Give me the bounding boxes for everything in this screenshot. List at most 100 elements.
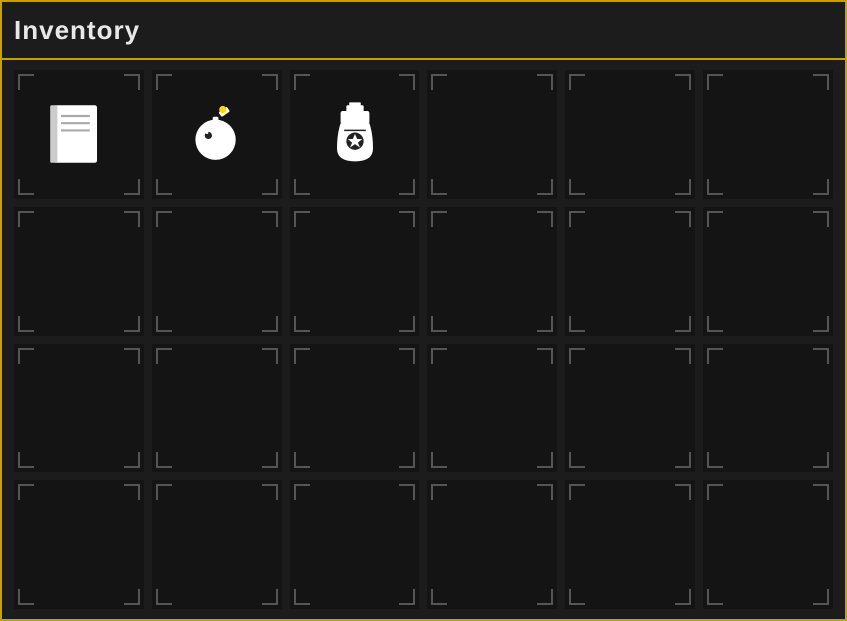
corner-corner-tr-12 (124, 348, 140, 364)
corner-corner-br-20 (399, 589, 415, 605)
inventory-slot-15[interactable] (427, 344, 557, 473)
inventory-slot-23[interactable] (703, 480, 833, 609)
corner-corner-tr-6 (124, 211, 140, 227)
corner-corner-tr-20 (399, 484, 415, 500)
corner-corner-bl-15 (431, 452, 447, 468)
corner-corner-br-2 (399, 179, 415, 195)
corner-corner-tl-10 (569, 211, 585, 227)
corner-corner-tl-21 (431, 484, 447, 500)
corner-corner-tl-6 (18, 211, 34, 227)
inventory-slot-21[interactable] (427, 480, 557, 609)
inventory-slot-9[interactable] (427, 207, 557, 336)
corner-corner-bl-19 (156, 589, 172, 605)
corner-corner-tl-15 (431, 348, 447, 364)
corner-corner-tr-19 (262, 484, 278, 500)
page-title: Inventory (14, 15, 140, 46)
corner-corner-tr-10 (675, 211, 691, 227)
inventory-slot-13[interactable] (152, 344, 282, 473)
inventory-slot-19[interactable] (152, 480, 282, 609)
inventory-slot-11[interactable] (703, 207, 833, 336)
corner-corner-br-4 (675, 179, 691, 195)
corner-corner-bl-6 (18, 316, 34, 332)
inventory-slot-17[interactable] (703, 344, 833, 473)
corner-corner-br-18 (124, 589, 140, 605)
corner-corner-tr-22 (675, 484, 691, 500)
inventory-slot-12[interactable] (14, 344, 144, 473)
corner-corner-tl-22 (569, 484, 585, 500)
corner-corner-bl-20 (294, 589, 310, 605)
corner-corner-tl-3 (431, 74, 447, 90)
corner-corner-br-9 (537, 316, 553, 332)
inventory-slot-7[interactable] (152, 207, 282, 336)
corner-corner-tl-12 (18, 348, 34, 364)
inventory-header: Inventory (2, 2, 845, 60)
inventory-slot-20[interactable] (290, 480, 420, 609)
corner-corner-br-12 (124, 452, 140, 468)
book-icon (43, 98, 115, 170)
inventory-slot-6[interactable] (14, 207, 144, 336)
inventory-slot-18[interactable] (14, 480, 144, 609)
corner-corner-tr-21 (537, 484, 553, 500)
corner-corner-br-14 (399, 452, 415, 468)
corner-corner-bl-13 (156, 452, 172, 468)
corner-corner-bl-8 (294, 316, 310, 332)
corner-corner-br-6 (124, 316, 140, 332)
corner-corner-bl-0 (18, 179, 34, 195)
inventory-slot-4[interactable] (565, 70, 695, 199)
corner-corner-bl-21 (431, 589, 447, 605)
corner-corner-tl-20 (294, 484, 310, 500)
corner-corner-tr-1 (262, 74, 278, 90)
corner-corner-br-8 (399, 316, 415, 332)
corner-corner-tr-16 (675, 348, 691, 364)
corner-corner-bl-2 (294, 179, 310, 195)
corner-corner-bl-18 (18, 589, 34, 605)
corner-corner-tr-8 (399, 211, 415, 227)
corner-corner-br-16 (675, 452, 691, 468)
inventory-slot-1[interactable] (152, 70, 282, 199)
inventory-slot-8[interactable] (290, 207, 420, 336)
corner-corner-br-1 (262, 179, 278, 195)
bomb-icon (181, 98, 253, 170)
poison-icon (319, 98, 391, 170)
inventory-slot-0[interactable] (14, 70, 144, 199)
inventory-slot-3[interactable] (427, 70, 557, 199)
corner-corner-tr-0 (124, 74, 140, 90)
corner-corner-bl-23 (707, 589, 723, 605)
corner-corner-tl-16 (569, 348, 585, 364)
corner-corner-tl-14 (294, 348, 310, 364)
corner-corner-bl-7 (156, 316, 172, 332)
corner-corner-tl-11 (707, 211, 723, 227)
corner-corner-br-7 (262, 316, 278, 332)
corner-corner-tr-11 (813, 211, 829, 227)
corner-corner-tl-8 (294, 211, 310, 227)
corner-corner-bl-1 (156, 179, 172, 195)
corner-corner-tl-2 (294, 74, 310, 90)
inventory-slot-14[interactable] (290, 344, 420, 473)
corner-corner-br-0 (124, 179, 140, 195)
corner-corner-br-10 (675, 316, 691, 332)
inventory-slot-2[interactable] (290, 70, 420, 199)
corner-corner-bl-3 (431, 179, 447, 195)
inventory-slot-10[interactable] (565, 207, 695, 336)
inventory-slot-22[interactable] (565, 480, 695, 609)
corner-corner-br-23 (813, 589, 829, 605)
corner-corner-br-21 (537, 589, 553, 605)
inventory-grid (2, 60, 845, 619)
corner-corner-br-3 (537, 179, 553, 195)
inventory-slot-16[interactable] (565, 344, 695, 473)
corner-corner-bl-11 (707, 316, 723, 332)
corner-corner-tl-9 (431, 211, 447, 227)
corner-corner-tr-14 (399, 348, 415, 364)
inventory-slot-5[interactable] (703, 70, 833, 199)
corner-corner-tr-23 (813, 484, 829, 500)
corner-corner-bl-17 (707, 452, 723, 468)
corner-corner-bl-14 (294, 452, 310, 468)
corner-corner-bl-5 (707, 179, 723, 195)
corner-corner-bl-12 (18, 452, 34, 468)
corner-corner-br-11 (813, 316, 829, 332)
corner-corner-tl-19 (156, 484, 172, 500)
corner-corner-tr-5 (813, 74, 829, 90)
corner-corner-tl-7 (156, 211, 172, 227)
corner-corner-br-13 (262, 452, 278, 468)
corner-corner-br-19 (262, 589, 278, 605)
